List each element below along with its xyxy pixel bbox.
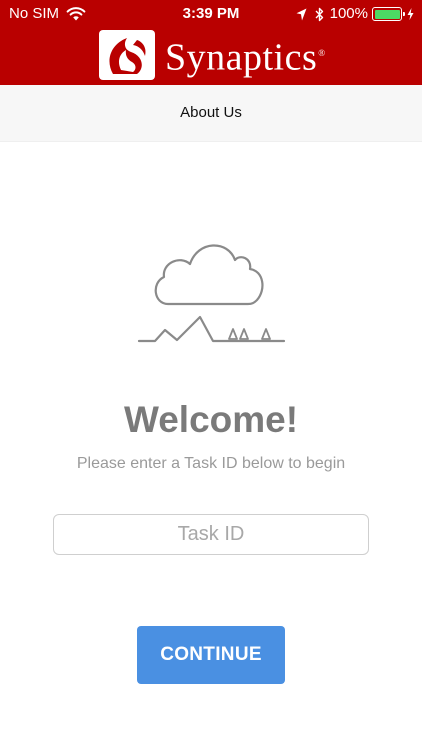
brand-name: Synaptics® xyxy=(165,31,326,80)
brand-name-text: Synaptics xyxy=(165,36,318,79)
app-header: No SIM 3:39 PM 100% Synaptics® xyxy=(0,0,422,85)
battery-icon xyxy=(372,7,405,21)
cloud-mountains-trees-icon xyxy=(137,244,286,343)
synaptics-leaf-logo xyxy=(99,30,155,80)
battery-percent: 100% xyxy=(329,5,368,22)
continue-button[interactable]: CONTINUE xyxy=(137,626,285,684)
bluetooth-icon xyxy=(315,7,323,21)
registered-mark: ® xyxy=(318,47,326,58)
battery-nub xyxy=(402,11,405,16)
battery-level-fill xyxy=(374,9,400,19)
nav-bar: About Us xyxy=(0,85,422,142)
welcome-subtitle: Please enter a Task ID below to begin xyxy=(76,455,346,472)
brand-logo: Synaptics® xyxy=(99,30,326,80)
task-id-input[interactable] xyxy=(53,514,369,555)
welcome-title: Welcome! xyxy=(123,399,299,440)
status-right: 100% xyxy=(296,5,414,23)
about-us-link[interactable]: About Us xyxy=(0,104,422,122)
leaf-icon xyxy=(109,38,146,74)
charging-bolt-icon xyxy=(407,8,414,20)
status-bar: No SIM 3:39 PM 100% xyxy=(0,0,422,28)
location-arrow-icon xyxy=(296,8,307,20)
